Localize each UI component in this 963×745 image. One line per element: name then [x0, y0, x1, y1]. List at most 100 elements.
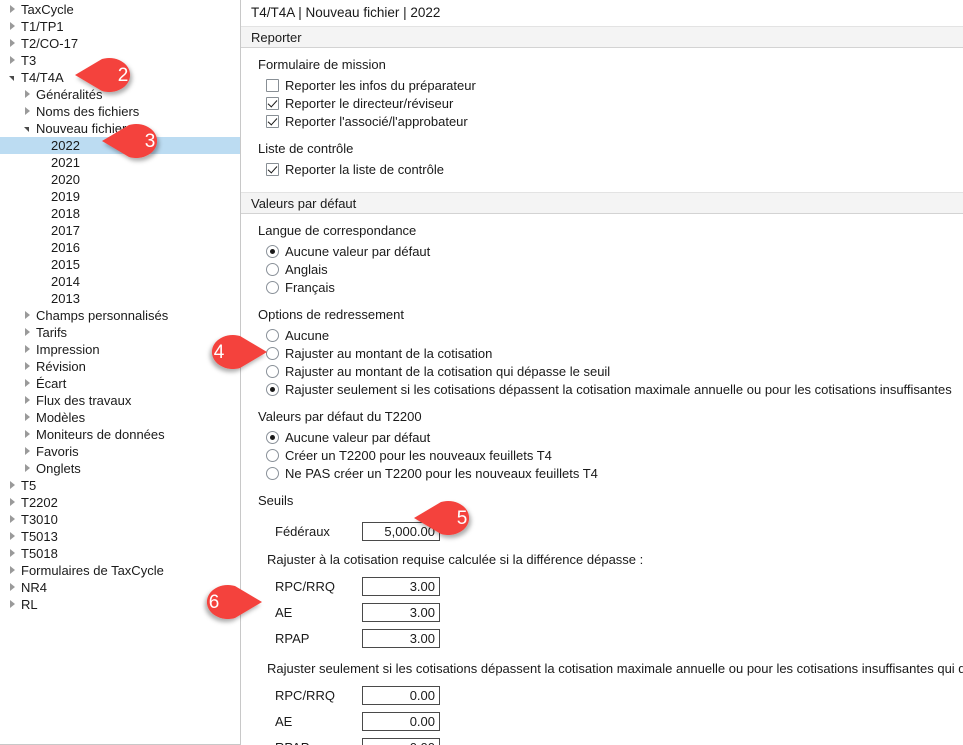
checkbox-reporter-directeur-reviseur[interactable] [266, 97, 279, 110]
radio-row-langue-anglais[interactable]: Anglais [258, 260, 963, 278]
tree-item[interactable]: Formulaires de TaxCycle [0, 562, 240, 579]
chevron-right-icon[interactable] [21, 392, 34, 409]
chevron-right-icon[interactable] [21, 307, 34, 324]
checkbox-row-reporter-associe-approbateur[interactable]: Reporter l'associé/l'approbateur [258, 112, 963, 130]
radio-row-t2200-ne-pas-creer[interactable]: Ne PAS créer un T2200 pour les nouveaux … [258, 464, 963, 482]
tree-item[interactable]: 2020 [0, 171, 240, 188]
chevron-right-icon[interactable] [21, 426, 34, 443]
chevron-right-icon[interactable] [6, 596, 19, 613]
radio-redressement-montant-cotisation[interactable] [266, 347, 279, 360]
chevron-down-icon[interactable] [21, 120, 34, 137]
checkbox-reporter-liste-de-controle[interactable] [266, 163, 279, 176]
tree-item[interactable]: Flux des travaux [0, 392, 240, 409]
chevron-right-icon[interactable] [6, 52, 19, 69]
tree-item[interactable]: Favoris [0, 443, 240, 460]
tree-item[interactable]: 2021 [0, 154, 240, 171]
radio-row-t2200-creer[interactable]: Créer un T2200 pour les nouveaux feuille… [258, 446, 963, 464]
checkbox-row-reporter-directeur-reviseur[interactable]: Reporter le directeur/réviseur [258, 94, 963, 112]
radio-row-redressement-montant-cotisation[interactable]: Rajuster au montant de la cotisation [258, 344, 963, 362]
tree-item[interactable]: Écart [0, 375, 240, 392]
chevron-right-icon[interactable] [6, 511, 19, 528]
radio-t2200-ne-pas-creer[interactable] [266, 467, 279, 480]
tree-item[interactable]: TaxCycle [0, 1, 240, 18]
chevron-right-icon[interactable] [6, 35, 19, 52]
tree-item[interactable]: 2022 [0, 137, 240, 154]
tree-item[interactable]: RL [0, 596, 240, 613]
chevron-right-icon[interactable] [21, 86, 34, 103]
tree-item[interactable]: 2015 [0, 256, 240, 273]
chevron-right-icon[interactable] [21, 358, 34, 375]
tree-item[interactable]: Champs personnalisés [0, 307, 240, 324]
field-row-federaux[interactable]: Fédéraux [258, 518, 963, 544]
checkbox-row-reporter-liste-de-controle[interactable]: Reporter la liste de contrôle [258, 160, 963, 178]
input-diff-rpc-rrq[interactable] [362, 577, 440, 596]
input-insuf-ae[interactable] [362, 712, 440, 731]
radio-row-redressement-aucune[interactable]: Aucune [258, 326, 963, 344]
radio-row-langue-francais[interactable]: Français [258, 278, 963, 296]
field-row-insuf-ae[interactable]: AE [258, 708, 963, 734]
tree-item[interactable]: T3010 [0, 511, 240, 528]
chevron-right-icon[interactable] [21, 443, 34, 460]
checkbox-reporter-infos-preparateur[interactable] [266, 79, 279, 92]
tree-item[interactable]: Tarifs [0, 324, 240, 341]
field-row-insuf-rpap[interactable]: RPAP [258, 734, 963, 745]
tree-item[interactable]: Modèles [0, 409, 240, 426]
tree-item[interactable]: T2202 [0, 494, 240, 511]
input-federaux[interactable] [362, 522, 440, 541]
tree-item[interactable]: T5 [0, 477, 240, 494]
input-insuf-rpc-rrq[interactable] [362, 686, 440, 705]
radio-redressement-aucune[interactable] [266, 329, 279, 342]
tree-item[interactable]: 2013 [0, 290, 240, 307]
chevron-right-icon[interactable] [6, 18, 19, 35]
chevron-right-icon[interactable] [21, 324, 34, 341]
chevron-right-icon[interactable] [6, 528, 19, 545]
radio-langue-francais[interactable] [266, 281, 279, 294]
chevron-right-icon[interactable] [21, 375, 34, 392]
tree-item[interactable]: T3 [0, 52, 240, 69]
tree-item[interactable]: T2/CO-17 [0, 35, 240, 52]
input-insuf-rpap[interactable] [362, 738, 440, 745]
radio-redressement-cotisations-insuffisantes[interactable] [266, 383, 279, 396]
radio-row-langue-aucune-valeur[interactable]: Aucune valeur par défaut [258, 242, 963, 260]
field-row-diff-rpc-rrq[interactable]: RPC/RRQ [258, 573, 963, 599]
radio-row-t2200-aucune-valeur[interactable]: Aucune valeur par défaut [258, 428, 963, 446]
tree-item[interactable]: Onglets [0, 460, 240, 477]
radio-row-redressement-cotisations-insuffisantes[interactable]: Rajuster seulement si les cotisations dé… [258, 380, 963, 398]
chevron-right-icon[interactable] [21, 460, 34, 477]
tree-item[interactable]: 2018 [0, 205, 240, 222]
checkbox-row-reporter-infos-preparateur[interactable]: Reporter les infos du préparateur [258, 76, 963, 94]
tree-item[interactable]: T5013 [0, 528, 240, 545]
chevron-right-icon[interactable] [21, 341, 34, 358]
field-row-diff-ae[interactable]: AE [258, 599, 963, 625]
chevron-down-icon[interactable] [6, 69, 19, 86]
settings-tree-sidebar[interactable]: TaxCycleT1/TP1T2/CO-17T3T4/T4AGénéralité… [0, 0, 241, 745]
tree-item[interactable]: Noms des fichiers [0, 103, 240, 120]
tree-item[interactable]: Nouveau fichier [0, 120, 240, 137]
radio-langue-aucune-valeur[interactable] [266, 245, 279, 258]
chevron-right-icon[interactable] [6, 1, 19, 18]
tree-item[interactable]: T1/TP1 [0, 18, 240, 35]
input-diff-rpap[interactable] [362, 629, 440, 648]
tree-item[interactable]: Révision [0, 358, 240, 375]
tree-item[interactable]: Généralités [0, 86, 240, 103]
radio-redressement-montant-depasse-seuil[interactable] [266, 365, 279, 378]
radio-langue-anglais[interactable] [266, 263, 279, 276]
field-row-diff-rpap[interactable]: RPAP [258, 625, 963, 651]
chevron-right-icon[interactable] [6, 562, 19, 579]
radio-row-redressement-montant-depasse-seuil[interactable]: Rajuster au montant de la cotisation qui… [258, 362, 963, 380]
chevron-right-icon[interactable] [6, 477, 19, 494]
input-diff-ae[interactable] [362, 603, 440, 622]
radio-t2200-aucune-valeur[interactable] [266, 431, 279, 444]
tree-item[interactable]: Impression [0, 341, 240, 358]
tree-item[interactable]: 2017 [0, 222, 240, 239]
tree-item[interactable]: NR4 [0, 579, 240, 596]
tree-item[interactable]: Moniteurs de données [0, 426, 240, 443]
chevron-right-icon[interactable] [21, 103, 34, 120]
field-row-insuf-rpc-rrq[interactable]: RPC/RRQ [258, 682, 963, 708]
tree-item[interactable]: T5018 [0, 545, 240, 562]
tree-item[interactable]: T4/T4A [0, 69, 240, 86]
chevron-right-icon[interactable] [6, 545, 19, 562]
radio-t2200-creer[interactable] [266, 449, 279, 462]
checkbox-reporter-associe-approbateur[interactable] [266, 115, 279, 128]
chevron-right-icon[interactable] [21, 409, 34, 426]
